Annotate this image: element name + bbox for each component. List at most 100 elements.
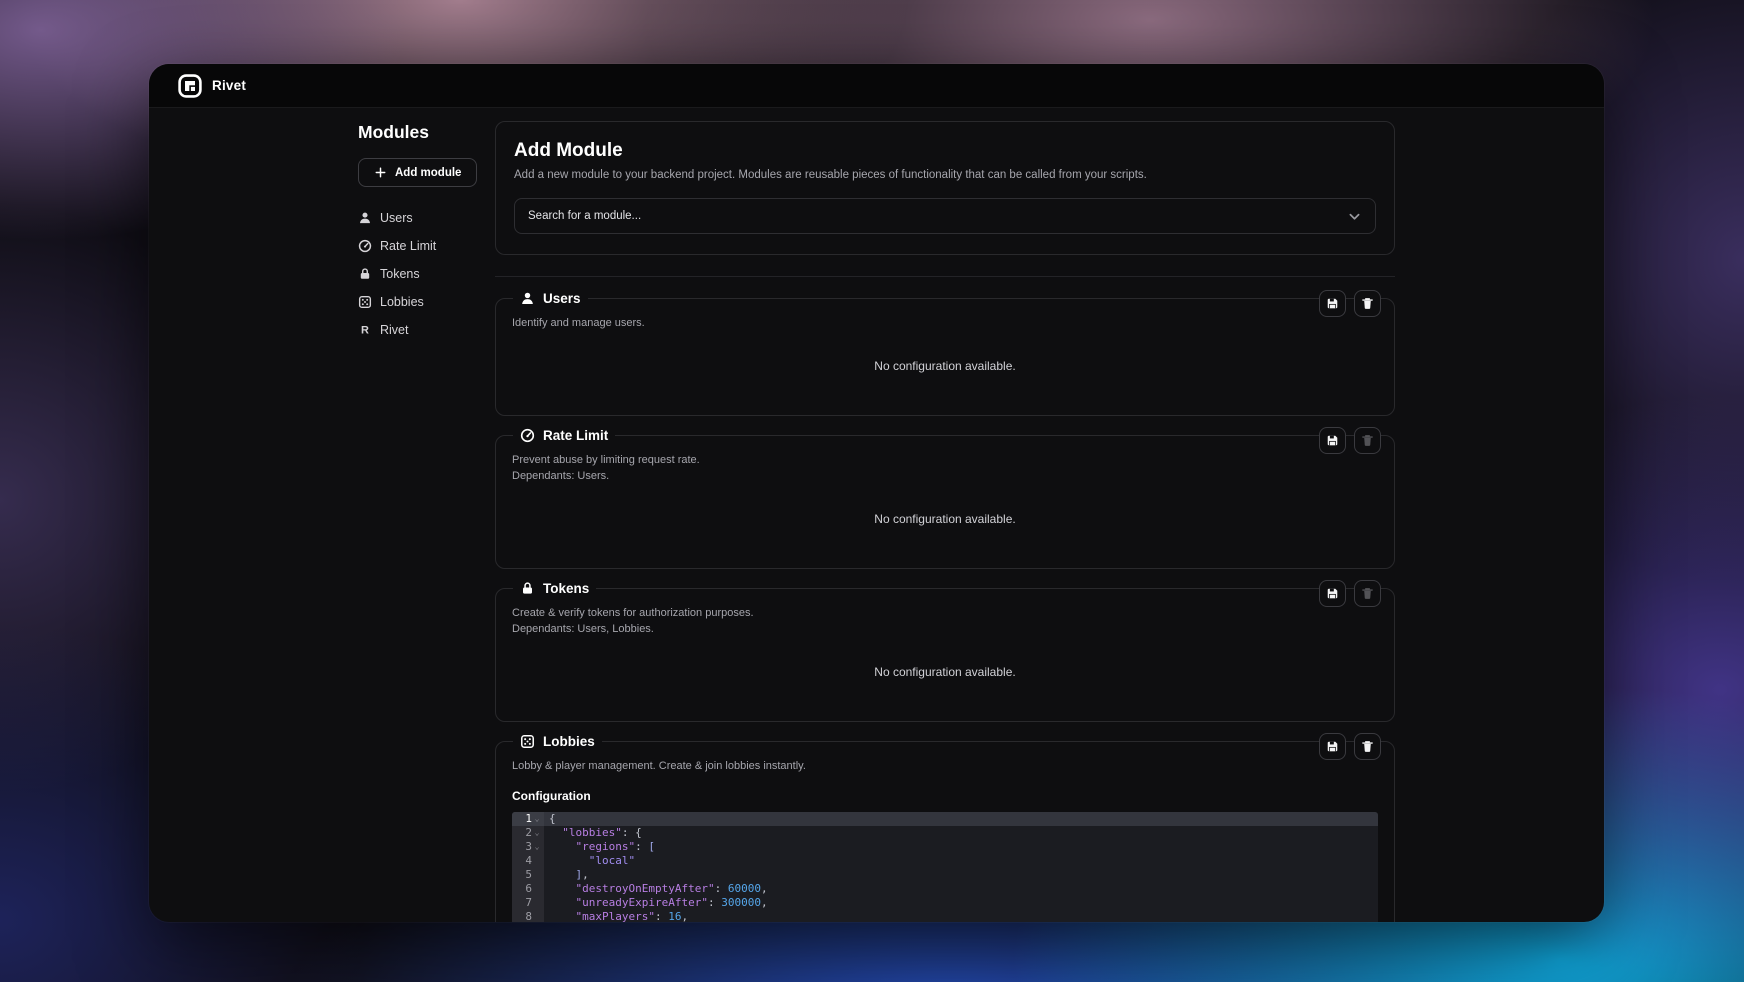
no-configuration-text: No configuration available. xyxy=(512,485,1378,568)
user-icon xyxy=(358,211,372,225)
sidebar-item-label: Tokens xyxy=(380,267,420,281)
gauge-icon xyxy=(520,428,535,443)
app-window: Rivet Modules Add module Users Rate Limit… xyxy=(149,64,1604,922)
main-content: Add Module Add a new module to your back… xyxy=(495,121,1395,922)
sidebar-item-label: Rivet xyxy=(380,323,408,337)
trash-icon xyxy=(1360,296,1375,311)
fold-chevron-icon[interactable]: ⌄ xyxy=(532,840,542,854)
configuration-label: Configuration xyxy=(512,789,1378,803)
sidebar-item-lobbies[interactable]: Lobbies xyxy=(358,288,508,316)
lock-icon xyxy=(520,581,535,596)
module-docs-button[interactable] xyxy=(1319,427,1346,454)
floppy-icon xyxy=(1325,296,1340,311)
line-number: 1 xyxy=(525,812,532,826)
line-number: 8 xyxy=(525,910,532,922)
module-card-actions xyxy=(1319,290,1381,317)
modules-sidebar: Modules Add module Users Rate Limit Tokens… xyxy=(358,122,508,344)
module-search-select[interactable]: Search for a module... xyxy=(514,198,1376,234)
fold-chevron-icon[interactable]: ⌄ xyxy=(532,826,542,840)
code-line-4[interactable]: 4 "local" xyxy=(512,854,1378,868)
module-card-lobbies: Lobbies Lobby & player management. Creat… xyxy=(495,734,1395,922)
module-card-title: Lobbies xyxy=(513,734,602,749)
no-configuration-text: No configuration available. xyxy=(512,638,1378,721)
line-gutter: 5 xyxy=(512,868,544,882)
sidebar-item-tokens[interactable]: Tokens xyxy=(358,260,508,288)
line-number: 3 xyxy=(525,840,532,854)
code-line-1[interactable]: 1 ⌄ { xyxy=(512,812,1378,826)
gauge-icon xyxy=(358,239,372,253)
sidebar-item-rivet[interactable]: R Rivet xyxy=(358,316,508,344)
sidebar-item-users[interactable]: Users xyxy=(358,204,508,232)
module-card-actions xyxy=(1319,427,1381,454)
module-card-actions xyxy=(1319,580,1381,607)
code-line-7[interactable]: 7 "unreadyExpireAfter": 300000, xyxy=(512,896,1378,910)
line-number: 6 xyxy=(525,882,532,896)
module-description: Lobby & player management. Create & join… xyxy=(512,759,1378,775)
module-card-actions xyxy=(1319,733,1381,760)
svg-text:R: R xyxy=(361,325,369,337)
module-docs-button[interactable] xyxy=(1319,733,1346,760)
no-configuration-text: No configuration available. xyxy=(512,332,1378,415)
code-line-8[interactable]: 8 "maxPlayers": 16, xyxy=(512,910,1378,922)
add-module-panel: Add Module Add a new module to your back… xyxy=(495,121,1395,255)
rivet-r-icon: R xyxy=(358,323,372,337)
module-search-placeholder: Search for a module... xyxy=(528,210,641,222)
user-icon xyxy=(520,291,535,306)
add-module-button[interactable]: Add module xyxy=(358,158,477,187)
rivet-logo-icon xyxy=(178,74,202,98)
module-delete-button[interactable] xyxy=(1354,580,1381,607)
module-card-title: Users xyxy=(513,291,588,306)
module-delete-button[interactable] xyxy=(1354,733,1381,760)
line-gutter: 7 xyxy=(512,896,544,910)
sidebar-item-label: Rate Limit xyxy=(380,239,436,253)
grid-icon xyxy=(520,734,535,749)
sidebar-item-label: Users xyxy=(380,211,413,225)
grid-icon xyxy=(358,295,372,309)
module-description: Identify and manage users. xyxy=(512,316,1378,332)
lock-icon xyxy=(358,267,372,281)
line-gutter: 4 xyxy=(512,854,544,868)
config-code-editor[interactable]: 1 ⌄ { 2 ⌄ "lobbies": { 3 ⌄ "regions": [ xyxy=(512,812,1378,922)
titlebar: Rivet xyxy=(149,64,1604,108)
add-module-description: Add a new module to your backend project… xyxy=(514,169,1376,181)
module-card-tokens: Tokens Create & verify tokens for author… xyxy=(495,581,1395,722)
sidebar-nav: Users Rate Limit Tokens Lobbies R Rivet xyxy=(358,204,508,344)
module-card-title: Tokens xyxy=(513,581,596,596)
chevron-down-icon xyxy=(1347,209,1362,224)
module-description: Create & verify tokens for authorization… xyxy=(512,606,1378,638)
sidebar-item-label: Lobbies xyxy=(380,295,424,309)
fold-chevron-icon[interactable]: ⌄ xyxy=(532,812,542,826)
trash-icon xyxy=(1360,433,1375,448)
line-number: 4 xyxy=(525,854,532,868)
module-card-title: Rate Limit xyxy=(513,428,615,443)
line-number: 5 xyxy=(525,868,532,882)
sidebar-item-rate-limit[interactable]: Rate Limit xyxy=(358,232,508,260)
line-gutter: 3 ⌄ xyxy=(512,840,544,854)
module-delete-button[interactable] xyxy=(1354,427,1381,454)
line-gutter: 2 ⌄ xyxy=(512,826,544,840)
module-description: Prevent abuse by limiting request rate.D… xyxy=(512,453,1378,485)
plus-icon xyxy=(374,166,387,179)
code-line-5[interactable]: 5 ], xyxy=(512,868,1378,882)
app-title: Rivet xyxy=(212,78,246,93)
line-gutter: 8 xyxy=(512,910,544,922)
trash-icon xyxy=(1360,739,1375,754)
code-line-2[interactable]: 2 ⌄ "lobbies": { xyxy=(512,826,1378,840)
sidebar-title: Modules xyxy=(358,122,508,143)
line-gutter: 1 ⌄ xyxy=(512,812,544,826)
code-line-6[interactable]: 6 "destroyOnEmptyAfter": 60000, xyxy=(512,882,1378,896)
floppy-icon xyxy=(1325,739,1340,754)
add-module-button-label: Add module xyxy=(395,167,461,179)
module-docs-button[interactable] xyxy=(1319,290,1346,317)
code-line-3[interactable]: 3 ⌄ "regions": [ xyxy=(512,840,1378,854)
line-number: 7 xyxy=(525,896,532,910)
module-cards: Users Identify and manage users.No confi… xyxy=(495,291,1395,922)
module-delete-button[interactable] xyxy=(1354,290,1381,317)
line-number: 2 xyxy=(525,826,532,840)
floppy-icon xyxy=(1325,433,1340,448)
line-gutter: 6 xyxy=(512,882,544,896)
module-docs-button[interactable] xyxy=(1319,580,1346,607)
module-card-users: Users Identify and manage users.No confi… xyxy=(495,291,1395,416)
module-card-rate-limit: Rate Limit Prevent abuse by limiting req… xyxy=(495,428,1395,569)
trash-icon xyxy=(1360,586,1375,601)
